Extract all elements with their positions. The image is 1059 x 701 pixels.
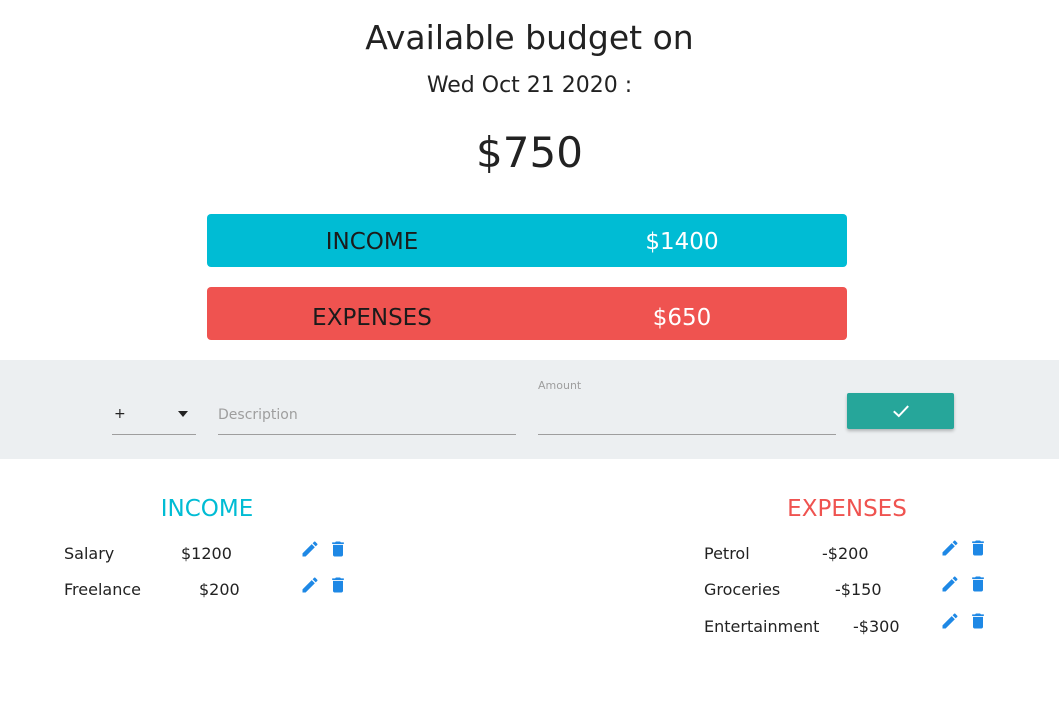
check-icon: [892, 404, 909, 417]
item-name: Entertainment: [704, 617, 820, 636]
item-name: Petrol: [704, 544, 750, 563]
budget-date: Wed Oct 21 2020 :: [426, 73, 633, 98]
item-name: Salary: [64, 544, 115, 563]
add-item-form: + Amount: [0, 360, 1059, 459]
pencil-icon[interactable]: [939, 537, 961, 559]
item-amount: $1200: [181, 544, 232, 563]
expenses-list-item: Petrol -$200: [704, 540, 994, 568]
pencil-icon[interactable]: [299, 574, 321, 596]
item-name: Freelance: [64, 580, 141, 599]
trash-icon[interactable]: [967, 573, 989, 595]
type-select[interactable]: +: [112, 396, 196, 435]
trash-icon[interactable]: [327, 538, 349, 560]
pencil-icon[interactable]: [939, 610, 961, 632]
pencil-icon[interactable]: [299, 538, 321, 560]
expenses-summary-bar: EXPENSES $650: [207, 287, 847, 340]
submit-button[interactable]: [847, 393, 954, 429]
income-summary-label: INCOME: [325, 229, 419, 255]
available-budget-value: $750: [476, 128, 583, 177]
income-summary-value: $1400: [645, 229, 719, 255]
item-amount: -$200: [822, 544, 869, 563]
amount-input[interactable]: [538, 396, 836, 435]
item-amount: -$300: [853, 617, 900, 636]
type-select-value: +: [114, 406, 126, 422]
expenses-list-title: EXPENSES: [787, 496, 907, 522]
expenses-summary-label: EXPENSES: [312, 305, 432, 331]
income-summary-bar: INCOME $1400: [207, 214, 847, 267]
caret-down-icon: [178, 411, 188, 417]
trash-icon[interactable]: [967, 537, 989, 559]
item-name: Groceries: [704, 580, 781, 599]
income-list-title: INCOME: [160, 496, 254, 522]
expenses-list-item: Groceries -$150: [704, 576, 994, 604]
expenses-list-item: Entertainment -$300: [704, 613, 994, 641]
amount-label: Amount: [538, 379, 582, 392]
budget-app: Available budget on Wed Oct 21 2020 : $7…: [0, 0, 1059, 701]
income-list-item: Salary $1200: [64, 541, 354, 568]
trash-icon[interactable]: [967, 610, 989, 632]
description-input[interactable]: [218, 396, 516, 435]
item-amount: $200: [199, 580, 240, 599]
income-list-item: Freelance $200: [64, 577, 354, 604]
page-title: Available budget on: [365, 18, 694, 57]
trash-icon[interactable]: [327, 574, 349, 596]
pencil-icon[interactable]: [939, 573, 961, 595]
expenses-summary-value: $650: [652, 305, 712, 331]
item-amount: -$150: [835, 580, 882, 599]
